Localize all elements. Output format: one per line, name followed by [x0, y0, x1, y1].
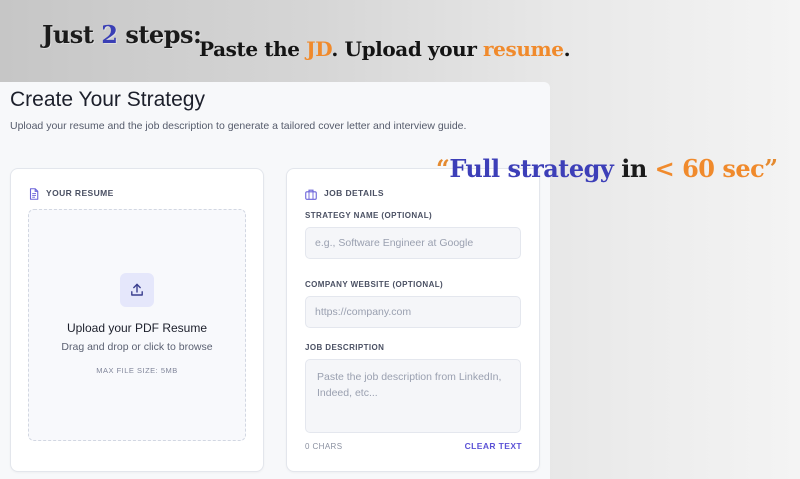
resume-card: YOUR RESUME Upload your PDF Resume Drag …	[10, 168, 264, 472]
open-quote: “	[436, 154, 450, 183]
promo-full-strategy: Full strategy	[449, 154, 614, 183]
char-count: 0 CHARS	[305, 442, 343, 451]
clear-text-button[interactable]: CLEAR TEXT	[465, 441, 522, 451]
resume-card-header: YOUR RESUME	[29, 186, 114, 200]
strategy-name-input[interactable]	[305, 227, 521, 259]
strategy-name-label: STRATEGY NAME (OPTIONAL)	[305, 211, 433, 220]
actions-end: .	[563, 37, 571, 61]
resume-dropzone[interactable]: Upload your PDF Resume Drag and drop or …	[28, 209, 246, 441]
dropzone-subtitle: Drag and drop or click to browse	[61, 341, 213, 353]
job-description-label: JOB DESCRIPTION	[305, 343, 385, 352]
promo-banner: Just 2 steps: Paste the JD. Upload your …	[0, 0, 800, 84]
briefcase-icon	[305, 187, 317, 200]
create-strategy-panel: Create Your Strategy Upload your resume …	[0, 82, 550, 479]
dropzone-title: Upload your PDF Resume	[66, 321, 208, 335]
actions-jd: JD	[306, 37, 332, 61]
speed-promo-quote: “Full strategy in < 60 sec”	[436, 154, 778, 183]
actions-text-2: . Upload your	[331, 37, 484, 61]
actions-headline: Paste the JD. Upload your resume.	[199, 37, 571, 61]
upload-icon[interactable]	[120, 273, 154, 307]
max-file-size-note: MAX FILE SIZE: 5MB	[96, 366, 178, 375]
steps-headline: Just 2 steps:	[42, 20, 202, 49]
close-quote: ”	[764, 154, 778, 183]
actions-resume: resume	[483, 37, 564, 61]
page-title: Create Your Strategy	[10, 88, 205, 111]
job-description-textarea[interactable]	[305, 359, 521, 433]
job-card-title: JOB DETAILS	[324, 188, 384, 198]
job-details-card: JOB DETAILS STRATEGY NAME (OPTIONAL) COM…	[286, 168, 540, 472]
promo-time: < 60 sec	[654, 154, 765, 183]
actions-text-1: Paste the	[199, 37, 307, 61]
company-website-label: COMPANY WEBSITE (OPTIONAL)	[305, 280, 444, 289]
document-icon	[29, 187, 39, 200]
promo-in: in	[613, 154, 655, 183]
steps-suffix: steps:	[117, 20, 202, 49]
steps-prefix: Just	[42, 20, 102, 49]
company-website-input[interactable]	[305, 296, 521, 328]
job-card-header: JOB DETAILS	[305, 186, 384, 200]
steps-number: 2	[101, 20, 118, 49]
page-subtitle: Upload your resume and the job descripti…	[10, 120, 467, 132]
resume-card-title: YOUR RESUME	[46, 188, 114, 198]
